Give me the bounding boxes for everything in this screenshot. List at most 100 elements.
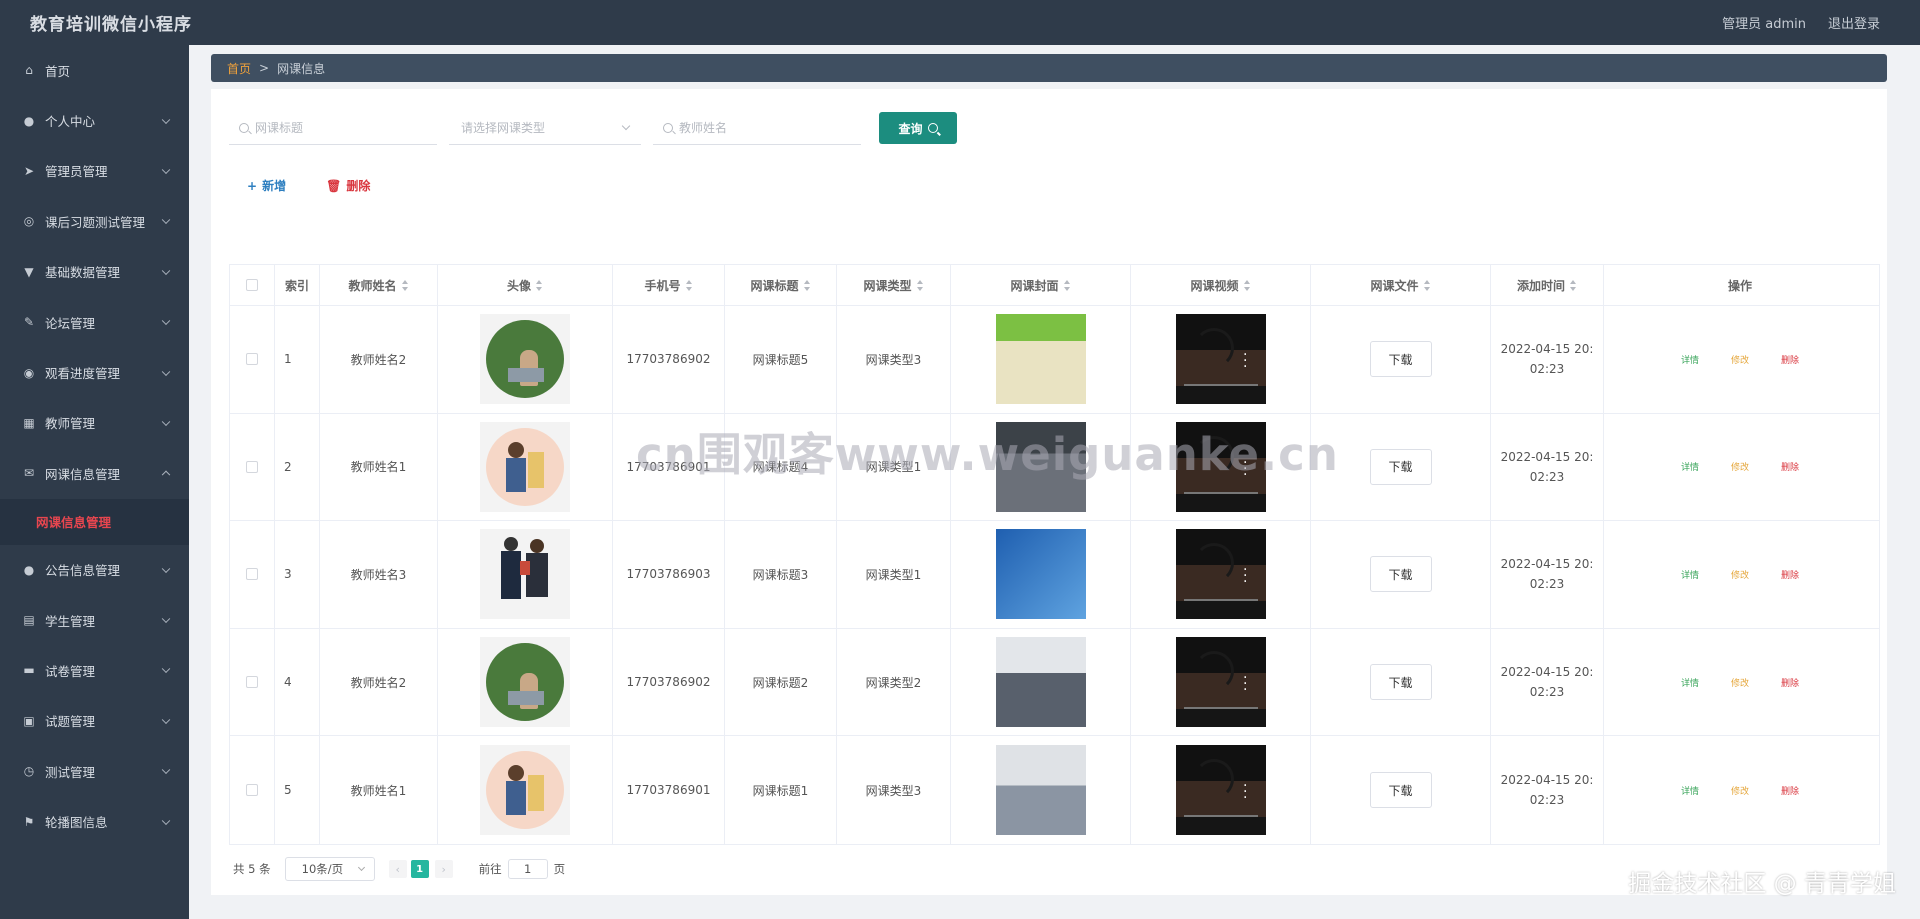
sidebar-item-9[interactable]: ● 公告信息管理 [0,545,189,595]
admin-user-label[interactable]: 管理员 admin [1722,13,1806,32]
edit-icon: ✎ [23,315,35,330]
sort-icon[interactable] [1063,279,1071,291]
course-video-thumbnail[interactable]: · · · [1175,529,1266,620]
column-header[interactable]: 头像 [438,265,613,305]
edit-button[interactable]: 修改 [1731,460,1749,473]
download-button[interactable]: 下载 [1369,448,1432,485]
download-button[interactable]: 下载 [1369,556,1432,593]
download-button[interactable]: 下载 [1369,341,1432,378]
sort-icon[interactable] [536,279,543,291]
table-cell: 下载 [1311,306,1491,413]
sidebar-item-14[interactable]: ⚑ 轮播图信息 [0,796,189,846]
column-header-label: 网课视频 [1190,278,1239,293]
sidebar-subitem-active[interactable]: 网课信息管理 [0,498,189,545]
sidebar-item-1[interactable]: ● 个人中心 [0,95,189,145]
edit-button[interactable]: 修改 [1731,784,1749,797]
sidebar-item-label: 个人中心 [45,114,96,130]
delete-button[interactable]: 删除 [1781,460,1799,473]
detail-button[interactable]: 详情 [1681,353,1699,366]
column-header[interactable]: 网课类型 [837,265,951,305]
logout-link[interactable]: 退出登录 [1828,13,1880,32]
sidebar-item-6[interactable]: ◉ 观看进度管理 [0,347,189,397]
teacher-name: 教师姓名2 [350,352,407,367]
edit-button[interactable]: 修改 [1731,676,1749,689]
column-header[interactable]: 教师姓名 [320,265,438,305]
breadcrumb-home[interactable]: 首页 [227,60,251,77]
course-video-thumbnail[interactable]: · · · [1175,314,1266,405]
chevron-down-icon [357,863,365,872]
sidebar-item-5[interactable]: ✎ 论坛管理 [0,297,189,347]
table-cell: 17703786901 [613,736,725,844]
chevron-up-icon [161,470,171,480]
course-video-thumbnail[interactable]: · · · [1175,421,1266,512]
sidebar-item-8[interactable]: ✉ 网课信息管理 [0,448,189,498]
table-cell: 网课类型3 [837,736,951,844]
row-checkbox[interactable] [246,676,258,689]
clock-icon: ◷ [23,764,35,779]
delete-button[interactable]: 删除 [1781,353,1799,366]
query-button[interactable]: 查询 [879,112,957,144]
sort-icon[interactable] [916,279,924,291]
delete-button[interactable]: 删除 [1781,568,1799,581]
sidebar: ⌂ 首页 ● 个人中心 ➤ 管理员管理 ◎ 课后习题测试管理 ▼ 基础数据管理 ✎ 论坛管理 ◉ 观看进度… [0,45,189,919]
detail-button[interactable]: 详情 [1681,784,1699,797]
detail-label: 详情 [1680,355,1699,366]
sidebar-item-0[interactable]: ⌂ 首页 [0,45,189,95]
column-header[interactable]: 网课视频 [1131,265,1311,305]
chevron-down-icon [161,564,171,573]
row-checkbox[interactable] [246,784,258,797]
sort-icon[interactable] [685,279,693,291]
table-cell: 下载 [1311,413,1491,521]
download-button[interactable]: 下载 [1369,772,1432,809]
sidebar-item-11[interactable]: ▬ 试卷管理 [0,645,189,695]
download-button[interactable]: 下载 [1369,664,1432,701]
page-number-current[interactable]: 1 [410,860,429,878]
select-all-cell[interactable] [230,265,275,305]
row-checkbox[interactable] [246,568,258,581]
sort-icon[interactable] [803,279,811,291]
sidebar-item-12[interactable]: ▣ 试题管理 [0,696,189,746]
batch-delete-button[interactable]: 🗑 删除 [326,177,370,194]
sort-icon[interactable] [1243,279,1251,291]
sidebar-item-13[interactable]: ◷ 测试管理 [0,746,189,796]
prev-page-button[interactable]: ‹ [388,860,407,878]
select-all-checkbox[interactable] [246,279,258,291]
search-bar: 网课标题 请选择网课类型 教师姓名 查询 [229,111,957,145]
course-title: 网课标题5 [752,352,809,367]
add-button[interactable]: + 新增 [247,177,286,194]
course-title-search-input[interactable]: 网课标题 [229,111,437,145]
column-header[interactable]: 添加时间 [1491,265,1604,305]
row-checkbox[interactable] [246,460,258,473]
detail-button[interactable]: 详情 [1681,460,1699,473]
row-checkbox[interactable] [246,353,258,366]
chevron-down-icon [161,765,171,775]
sort-icon[interactable] [401,279,409,291]
course-video-thumbnail[interactable]: · · · [1175,745,1266,836]
sidebar-item-4[interactable]: ▼ 基础数据管理 [0,247,189,297]
edit-button[interactable]: 修改 [1731,353,1749,366]
column-header[interactable]: 网课标题 [725,265,837,305]
column-header[interactable]: 网课文件 [1311,265,1491,305]
detail-button[interactable]: 详情 [1681,568,1699,581]
delete-button[interactable]: 删除 [1781,676,1799,689]
teacher-name-search-input[interactable]: 教师姓名 [653,111,861,145]
course-title: 网课标题1 [752,783,809,798]
column-header[interactable]: 网课封面 [951,265,1131,305]
table-cell: 2022-04-15 20:02:23 [1491,306,1604,413]
chevron-down-icon [161,215,171,225]
next-page-button[interactable]: › [434,860,453,878]
detail-button[interactable]: 详情 [1681,676,1699,689]
sidebar-item-10[interactable]: ▤ 学生管理 [0,595,189,645]
course-type-select[interactable]: 请选择网课类型 [449,111,641,145]
column-header[interactable]: 手机号 [613,265,725,305]
course-video-thumbnail[interactable]: · · · [1175,637,1266,728]
sort-icon[interactable] [1423,279,1431,291]
page-size-select[interactable]: 10条/页 [284,857,375,881]
sort-icon[interactable] [1570,279,1577,291]
sidebar-item-7[interactable]: ▦ 教师管理 [0,398,189,448]
goto-page-input[interactable]: 1 [507,859,548,879]
delete-button[interactable]: 删除 [1781,784,1799,797]
edit-button[interactable]: 修改 [1731,568,1749,581]
sidebar-item-3[interactable]: ◎ 课后习题测试管理 [0,196,189,246]
sidebar-item-2[interactable]: ➤ 管理员管理 [0,146,189,196]
